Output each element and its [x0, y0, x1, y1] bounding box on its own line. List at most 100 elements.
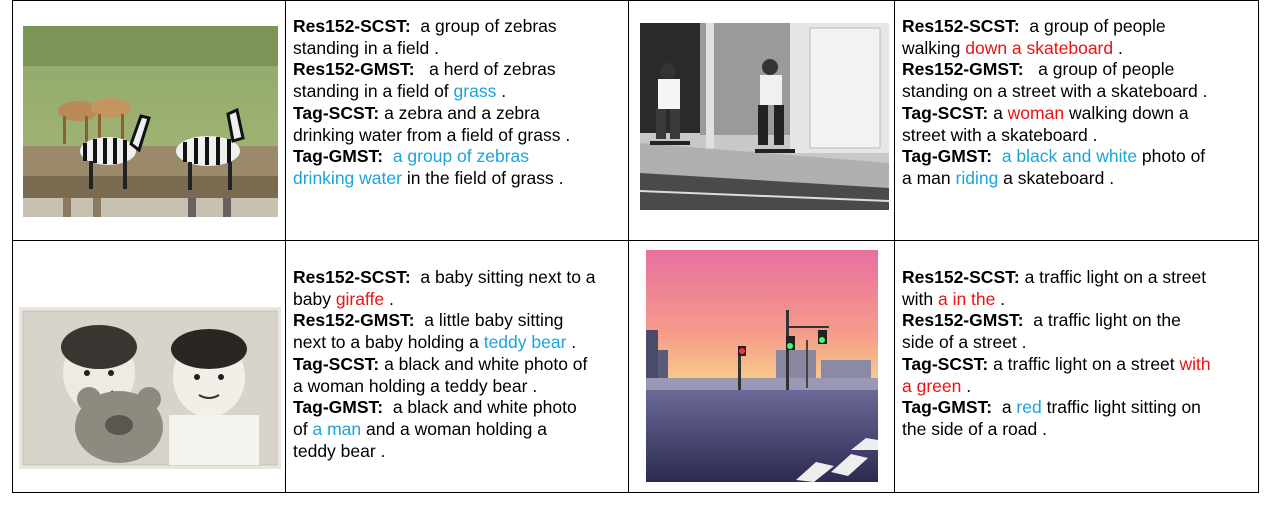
caption-text: a traffic light on a street — [988, 353, 1180, 374]
caption-text: a traffic light on a street — [1019, 267, 1207, 287]
highlighted-phrase: a group of zebras — [392, 146, 530, 167]
caption-text: in the field of grass . — [401, 167, 564, 188]
caption-text: standing on a street with a skateboard . — [902, 81, 1208, 102]
caption-text: standing in a field of — [293, 81, 454, 102]
caption-text: . — [961, 375, 972, 396]
highlighted-phrase: a in the — [937, 288, 996, 309]
caption-text: a traffic light on the — [1023, 310, 1181, 331]
caption-line: street with a skateboard . — [902, 125, 1254, 147]
highlighted-phrase: drinking water — [293, 167, 402, 188]
method-label: Res152-SCST: — [902, 16, 1020, 36]
caption-line: of a man and a woman holding a — [293, 419, 623, 441]
caption-text: side of a street . — [902, 332, 1027, 353]
table-rule — [1258, 0, 1259, 493]
method-label: Res152-SCST: — [293, 267, 411, 287]
caption-text: a black and white photo — [383, 397, 577, 418]
caption-text: street with a skateboard . — [902, 124, 1098, 145]
caption-text: . — [1113, 37, 1123, 58]
caption-line: standing on a street with a skateboard . — [902, 81, 1254, 103]
caption-line: Tag-GMST: a red traffic light sitting on — [902, 397, 1254, 419]
caption-line: with a in the . — [902, 289, 1254, 311]
caption-line: standing in a field . — [293, 38, 623, 60]
highlighted-phrase: a green — [902, 375, 962, 396]
caption-text: of — [293, 418, 313, 439]
table-rule — [894, 0, 895, 493]
baby-photo-image — [19, 307, 281, 469]
caption-text: a group of people — [1023, 59, 1175, 80]
method-label: Tag-SCST: — [293, 353, 380, 374]
caption-text: a skateboard . — [998, 167, 1115, 188]
caption-text: a — [992, 397, 1017, 418]
caption-line: a man riding a skateboard . — [902, 168, 1254, 190]
method-label: Tag-GMST: — [293, 397, 384, 418]
highlighted-phrase: giraffe — [335, 288, 385, 309]
method-label: Res152-GMST: — [293, 310, 415, 331]
caption-text: a group of zebras — [410, 16, 557, 36]
caption-line: Tag-SCST: a zebra and a zebra — [293, 103, 623, 125]
caption-text: a group of people — [1019, 16, 1166, 36]
method-label: Tag-SCST: — [293, 102, 380, 123]
caption-text: a zebra and a zebra — [379, 102, 540, 123]
table-rule — [628, 0, 629, 493]
caption-text — [383, 146, 393, 166]
highlighted-phrase: woman — [1007, 102, 1065, 123]
caption-text: baby — [293, 288, 336, 309]
caption-cell-baby: Res152-SCST: a baby sitting next to a bab… — [293, 267, 623, 462]
caption-line: Tag-SCST: a black and white photo of — [293, 354, 623, 376]
caption-text: . — [496, 81, 507, 102]
caption-text: and a woman holding a — [361, 418, 547, 439]
caption-text: walking — [902, 37, 966, 58]
table-rule — [12, 0, 13, 493]
caption-line: a green . — [902, 376, 1254, 398]
caption-cell-traffic: Res152-SCST: a traffic light on a street… — [902, 267, 1254, 441]
table-rule — [12, 0, 1259, 1]
method-label: Tag-SCST: — [902, 353, 989, 374]
caption-line: Res152-SCST: a group of zebras — [293, 16, 623, 38]
caption-line: Res152-SCST: a group of people — [902, 16, 1254, 38]
caption-text: . — [384, 288, 394, 309]
caption-text: a baby sitting next to a — [410, 267, 596, 287]
caption-line: drinking water from a field of grass . — [293, 125, 623, 147]
caption-line: Tag-SCST: a traffic light on a street wi… — [902, 354, 1254, 376]
highlighted-phrase: a man — [312, 418, 362, 439]
caption-line: Res152-GMST: a traffic light on the — [902, 310, 1254, 332]
highlighted-phrase: red — [1016, 397, 1042, 418]
method-label: Res152-GMST: — [293, 59, 415, 80]
highlighted-phrase: teddy bear — [483, 332, 567, 353]
caption-line: Res152-GMST: a little baby sitting — [293, 310, 623, 332]
method-label: Res152-GMST: — [902, 59, 1024, 80]
caption-line: the side of a road . — [902, 419, 1254, 441]
table-rule — [12, 492, 1259, 493]
caption-line: Tag-SCST: a woman walking down a — [902, 103, 1254, 125]
caption-cell-zebras: Res152-SCST: a group of zebras standing i… — [293, 16, 623, 190]
caption-text: with — [902, 288, 938, 309]
method-label: Tag-GMST: — [902, 397, 993, 418]
caption-line: Res152-GMST: a herd of zebras — [293, 59, 623, 81]
caption-line: standing in a field of grass . — [293, 81, 623, 103]
caption-line: walking down a skateboard . — [902, 38, 1254, 60]
traffic-light-image — [646, 250, 878, 482]
caption-text: a — [988, 102, 1008, 123]
caption-line: teddy bear . — [293, 441, 623, 463]
caption-text: walking down a — [1064, 102, 1189, 123]
results-table: Res152-SCST: a group of zebras standing i… — [12, 0, 1259, 493]
table-rule — [12, 240, 1259, 241]
method-label: Tag-SCST: — [902, 102, 989, 123]
caption-text: the side of a road . — [902, 418, 1047, 439]
caption-line: a woman holding a teddy bear . — [293, 376, 623, 398]
caption-line: Tag-GMST: a group of zebras — [293, 146, 623, 168]
caption-line: baby giraffe . — [293, 289, 623, 311]
caption-text — [992, 146, 1002, 166]
caption-line: Tag-GMST: a black and white photo of — [902, 146, 1254, 168]
caption-line: Res152-SCST: a traffic light on a street — [902, 267, 1254, 289]
caption-line: Res152-GMST: a group of people — [902, 59, 1254, 81]
caption-text: . — [566, 332, 577, 353]
caption-line: next to a baby holding a teddy bear . — [293, 332, 623, 354]
caption-line: side of a street . — [902, 332, 1254, 354]
caption-text: teddy bear . — [293, 440, 386, 461]
highlighted-phrase: riding — [955, 167, 999, 188]
caption-text: . — [995, 288, 1006, 309]
caption-text: a black and white photo of — [379, 353, 588, 374]
highlighted-phrase: down a skateboard — [965, 37, 1114, 58]
highlighted-phrase: a black and white — [1001, 146, 1138, 167]
